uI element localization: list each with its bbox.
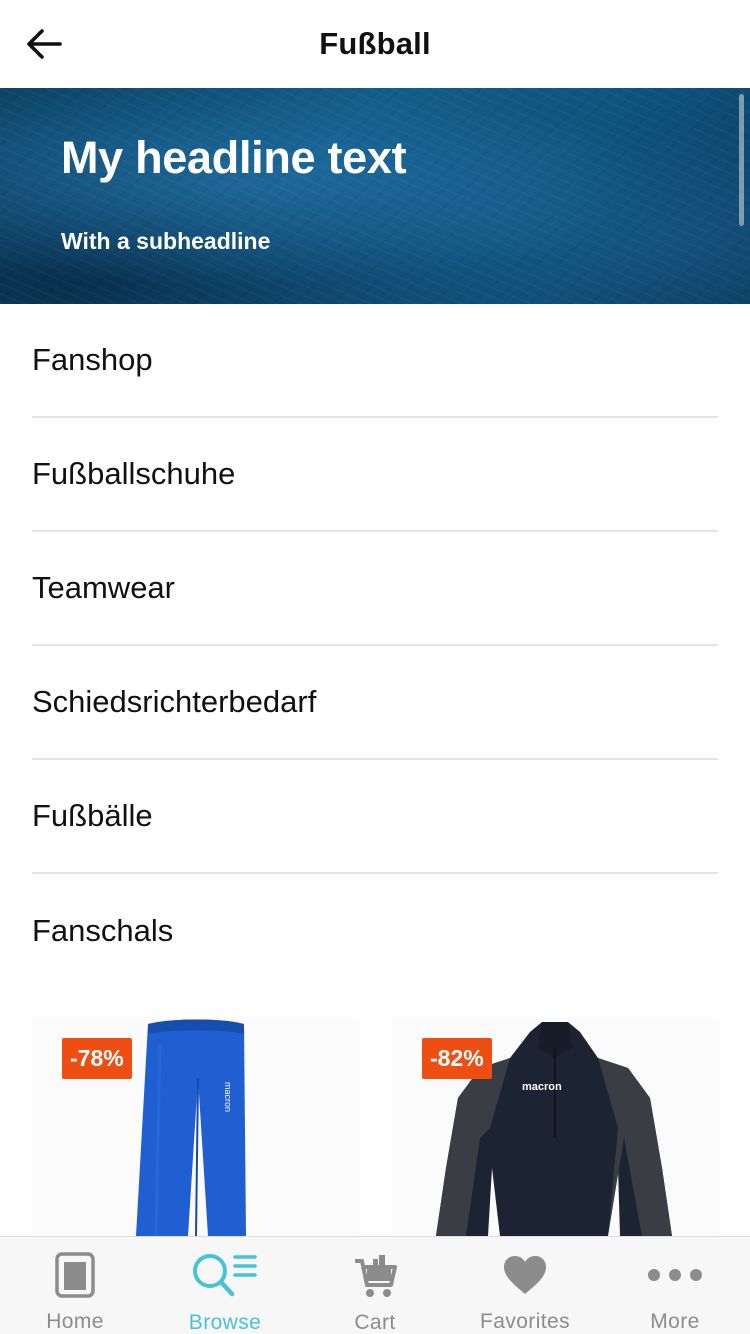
tab-home[interactable]: Home bbox=[0, 1237, 150, 1334]
discount-badge: -78% bbox=[62, 1038, 132, 1079]
home-icon bbox=[55, 1251, 95, 1298]
category-label: Teamwear bbox=[32, 570, 175, 605]
tab-label: More bbox=[650, 1310, 700, 1333]
tab-more[interactable]: More bbox=[600, 1237, 750, 1334]
tab-cart[interactable]: Cart bbox=[300, 1237, 450, 1334]
category-item-fussbaelle[interactable]: Fußbälle bbox=[32, 760, 718, 874]
category-item-fanschals[interactable]: Fanschals bbox=[32, 874, 718, 988]
product-card[interactable]: -82% macron bbox=[392, 1018, 719, 1236]
heart-icon bbox=[502, 1251, 548, 1298]
scrollbar[interactable] bbox=[739, 94, 744, 226]
category-list: Fanshop Fußballschuhe Teamwear Schiedsri… bbox=[32, 304, 718, 988]
category-item-teamwear[interactable]: Teamwear bbox=[32, 532, 718, 646]
svg-text:macron: macron bbox=[522, 1081, 562, 1093]
category-label: Fußbälle bbox=[32, 798, 153, 833]
banner-headline: My headline text bbox=[61, 132, 407, 183]
browse-icon bbox=[192, 1251, 258, 1299]
bottom-tab-bar: Home Browse Cart Favorites More bbox=[0, 1236, 750, 1334]
cart-icon bbox=[353, 1251, 397, 1299]
more-icon bbox=[647, 1251, 703, 1298]
category-label: Fanshop bbox=[32, 342, 153, 377]
tab-favorites[interactable]: Favorites bbox=[450, 1237, 600, 1334]
product-grid: -78% macron -82% macron bbox=[32, 1018, 719, 1236]
banner-subheadline: With a subheadline bbox=[61, 228, 271, 254]
tab-label: Home bbox=[46, 1310, 104, 1333]
category-label: Schiedsrichterbedarf bbox=[32, 684, 317, 719]
category-item-fanshop[interactable]: Fanshop bbox=[32, 304, 718, 418]
page-title: Fußball bbox=[319, 26, 431, 61]
app-header: Fußball bbox=[0, 0, 750, 88]
category-item-fussballschuhe[interactable]: Fußballschuhe bbox=[32, 418, 718, 532]
banner-texture bbox=[0, 88, 750, 304]
product-card[interactable]: -78% macron bbox=[32, 1018, 359, 1236]
tab-label: Browse bbox=[188, 1311, 262, 1334]
tab-browse[interactable]: Browse bbox=[150, 1237, 300, 1334]
category-label: Fußballschuhe bbox=[32, 456, 236, 491]
tab-label: Cart bbox=[354, 1311, 396, 1334]
discount-badge: -82% bbox=[422, 1038, 492, 1079]
hero-banner[interactable]: My headline text With a subheadline bbox=[0, 88, 750, 304]
tab-label: Favorites bbox=[480, 1310, 570, 1333]
svg-text:macron: macron bbox=[223, 1082, 233, 1112]
category-item-schiedsrichterbedarf[interactable]: Schiedsrichterbedarf bbox=[32, 646, 718, 760]
category-label: Fanschals bbox=[32, 913, 174, 948]
